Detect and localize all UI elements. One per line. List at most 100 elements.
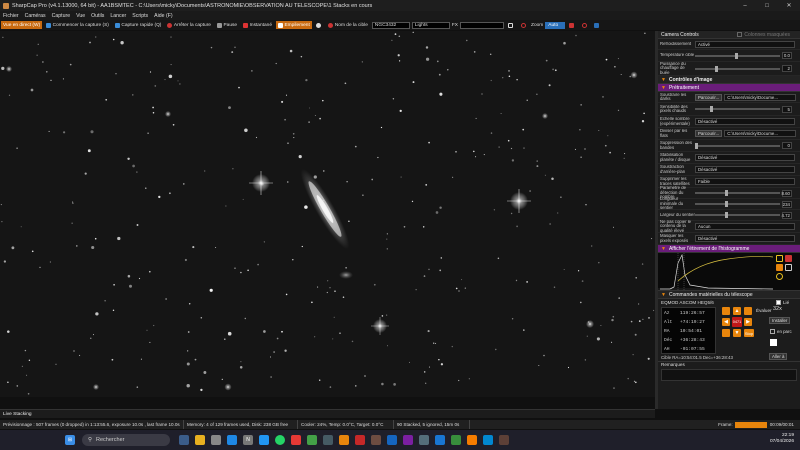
banding-value[interactable]: 0 [782,142,792,149]
media-icon[interactable] [291,435,301,445]
pause-button[interactable]: Pause [215,21,239,29]
remarks-input[interactable] [661,369,797,381]
fx-select[interactable] [460,21,505,29]
app-icon[interactable] [419,435,429,445]
menu-fichier[interactable]: Fichier [3,13,19,19]
remove-trails-select[interactable]: Faible [695,178,795,185]
background-sub-select[interactable]: Désactivé [695,166,795,173]
move-east-button[interactable]: ▶ [744,318,752,326]
app-icon[interactable] [499,435,509,445]
widgets-icon[interactable] [179,435,189,445]
app-icon[interactable] [435,435,445,445]
hot-pixel-value[interactable]: 5 [782,105,792,113]
preprocessing-header[interactable]: ▼ Prétraitement [658,84,800,92]
move-sw-button[interactable] [722,329,730,337]
min-length-slider[interactable] [695,201,780,207]
reset-icon[interactable] [785,255,792,262]
telescope-header[interactable]: ▼ Commandes matérielles du télescope [658,291,800,299]
stacking-button[interactable]: Empilement [275,21,312,29]
snapshot-button[interactable]: Instantané [241,21,274,29]
park-icon[interactable] [770,339,777,346]
windows-start-icon[interactable]: ⊞ [65,435,75,445]
trail-width-slider[interactable] [695,212,780,218]
app-icon[interactable] [387,435,397,445]
help-button[interactable] [592,21,603,29]
chrome-icon[interactable] [307,435,317,445]
banding-slider[interactable] [695,142,780,149]
quick-capture-button[interactable]: Capture rapide (Q) [113,21,164,29]
zoom-select[interactable]: Auto [545,21,566,29]
close-button[interactable]: ✕ [778,0,800,11]
gear-icon[interactable] [776,273,783,280]
trail-width-value[interactable]: 4.72 [781,211,792,219]
menu-scripts[interactable]: Scripts [132,13,148,19]
maximize-button[interactable]: □ [756,0,778,11]
start-capture-button[interactable]: Commencer la capture (S) [44,21,111,29]
browse-flat-button[interactable]: Parcourir... [695,130,723,137]
stop-capture-button[interactable]: Arrêter la capture [165,21,213,29]
menu-outils[interactable]: Outils [91,13,104,19]
link-checkbox[interactable] [776,300,781,305]
app-icon[interactable] [355,435,365,445]
app-icon[interactable] [467,435,477,445]
install-button[interactable]: Installer [769,317,791,324]
flat-path-select[interactable]: C:\Users\micky\Docume... [724,130,797,137]
rate-select[interactable]: 32x [773,306,793,312]
stop-slew-button[interactable]: Stop [744,329,754,337]
target-name-input[interactable]: NGC3432 [371,21,410,29]
hot-pixel-slider[interactable] [695,106,780,112]
menu-aide[interactable]: Aide (F) [154,13,172,19]
menu-lancer[interactable]: Lancer [110,13,126,19]
browse-dark-button[interactable]: Parcourir... [695,93,723,101]
move-ne-button[interactable] [744,307,752,315]
notion-icon[interactable]: N [243,435,253,445]
image-controls-header[interactable]: ▼ Contrôles d'image [658,76,800,84]
dew-heater-slider[interactable] [695,65,780,72]
minimize-button[interactable]: – [734,0,756,11]
move-north-button[interactable]: ▲ [733,307,741,315]
move-nw-button[interactable] [722,307,730,315]
planetary-stab-select[interactable]: Désactivé [695,154,795,161]
target-temp-slider[interactable] [695,52,780,59]
mask-exposure-select[interactable]: Désactivé [695,235,795,242]
cooling-select[interactable]: Activé [695,40,795,48]
menu-capture[interactable]: Capture [52,13,70,19]
app-icon[interactable] [211,435,221,445]
target-temp-value[interactable]: 0.0 [782,52,792,59]
settings-button[interactable] [580,21,591,29]
dew-heater-value[interactable]: 2 [782,65,792,72]
move-south-button[interactable]: ▼ [733,329,741,337]
app-icon[interactable] [403,435,413,445]
target-icon-button[interactable] [314,21,325,29]
app-icon[interactable] [371,435,381,445]
taskbar-clock[interactable]: 22:19 07/04/2026 [770,433,794,445]
expand-icon[interactable] [785,264,792,271]
edge-icon[interactable] [227,435,237,445]
detection-slider[interactable] [695,190,780,196]
live-stacking-tab[interactable]: Live Stacking [0,409,655,418]
reticle-button[interactable] [519,21,530,29]
move-west-button[interactable]: ◀ [722,318,730,326]
info-icon[interactable] [776,255,783,262]
dark-scale-select[interactable]: Désactivé [695,118,795,125]
menu-vue[interactable]: Vue [76,13,85,19]
histogram-header[interactable]: ▼ Afficher l'étirement de l'histogramme [658,245,800,253]
live-view-button[interactable]: Vue en direct (W) [1,21,43,29]
app-icon[interactable] [451,435,461,445]
grow-mask-select[interactable]: Aucun [695,223,795,230]
focus-button[interactable] [567,21,578,29]
taskbar-search[interactable]: ⚲ Rechercher [82,434,170,446]
goto-button[interactable]: Aller à [769,353,788,360]
image-viewport[interactable] [0,31,655,397]
min-length-value[interactable]: 234 [782,200,792,208]
mail-icon[interactable] [259,435,269,445]
frame-type-select[interactable]: Lights [411,21,450,29]
whatsapp-icon[interactable] [275,435,285,445]
crop-button[interactable] [506,21,517,29]
camera-controls-header[interactable]: Camera Controls Colonnes masquées [658,31,800,39]
menu-cameras[interactable]: Caméras [25,13,46,19]
app-icon[interactable] [483,435,493,445]
file-explorer-icon[interactable] [195,435,205,445]
auto-stretch-icon[interactable] [776,264,783,271]
histogram-area[interactable] [658,253,800,291]
